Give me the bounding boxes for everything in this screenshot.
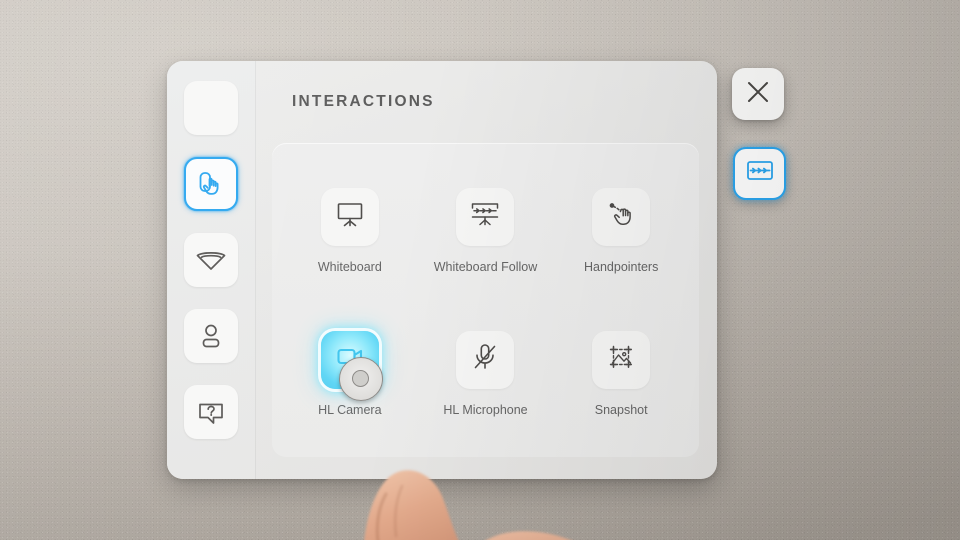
- wifi-icon: [194, 243, 228, 277]
- tile-label: Snapshot: [594, 402, 648, 417]
- user-hand: [364, 470, 571, 540]
- tile-label: Whiteboard: [317, 259, 382, 274]
- tile-icon-whiteboard-follow: [456, 187, 515, 246]
- microphone-muted-icon: [468, 340, 502, 379]
- tile-hl-camera[interactable]: HL Camera: [282, 330, 418, 417]
- page-title: INTERACTIONS: [292, 93, 435, 110]
- handpointer-icon: [604, 197, 638, 236]
- whiteboard-follow-icon: [743, 154, 777, 193]
- tile-icon-snapshot: [592, 330, 651, 389]
- tile-whiteboard[interactable]: Whiteboard: [282, 187, 418, 274]
- help-bubble-icon: [194, 395, 228, 429]
- panel-header: INTERACTIONS: [256, 61, 717, 143]
- tile-snapshot[interactable]: Snapshot: [553, 330, 689, 417]
- dome-home-icon: [194, 91, 228, 125]
- tile-icon-handpointers: [592, 187, 651, 246]
- panel-content: INTERACTIONS Whiteboard Whiteboard Follo…: [256, 61, 717, 479]
- tile-icon-whiteboard: [320, 187, 379, 246]
- sidebar-item-network[interactable]: [184, 233, 238, 287]
- scene-background: INTERACTIONS Whiteboard Whiteboard Follo…: [0, 0, 960, 540]
- person-icon: [194, 319, 228, 353]
- whiteboard-icon: [333, 197, 367, 236]
- sidebar-item-home[interactable]: [184, 81, 238, 135]
- sidebar-item-interactions[interactable]: [184, 157, 238, 211]
- tile-label: HL Microphone: [443, 402, 528, 417]
- whiteboard-follow-icon: [467, 196, 503, 237]
- tile-icon-hl-camera: [320, 330, 383, 401]
- whiteboard-follow-button[interactable]: [733, 147, 786, 200]
- pointer-ring-cursor: [338, 356, 383, 401]
- tile-label: Handpointers: [583, 259, 659, 274]
- tile-whiteboard-follow[interactable]: Whiteboard Follow: [418, 187, 554, 274]
- interactions-grid: Whiteboard Whiteboard Follow Handpointer…: [272, 143, 699, 457]
- close-x-icon: [743, 77, 773, 112]
- tile-hl-microphone[interactable]: HL Microphone: [418, 330, 554, 417]
- settings-panel: INTERACTIONS Whiteboard Whiteboard Follo…: [167, 61, 717, 479]
- tile-icon-hl-microphone: [456, 330, 515, 389]
- tile-label: HL Camera: [318, 402, 382, 417]
- sidebar-item-user[interactable]: [184, 309, 238, 363]
- sidebar: [167, 61, 256, 479]
- close-button[interactable]: [732, 68, 784, 120]
- sidebar-item-help[interactable]: [184, 385, 238, 439]
- snapshot-crop-icon: [604, 340, 638, 379]
- tile-label: Whiteboard Follow: [433, 259, 538, 274]
- touch-hand-icon: [194, 167, 228, 201]
- tile-handpointers[interactable]: Handpointers: [553, 187, 689, 274]
